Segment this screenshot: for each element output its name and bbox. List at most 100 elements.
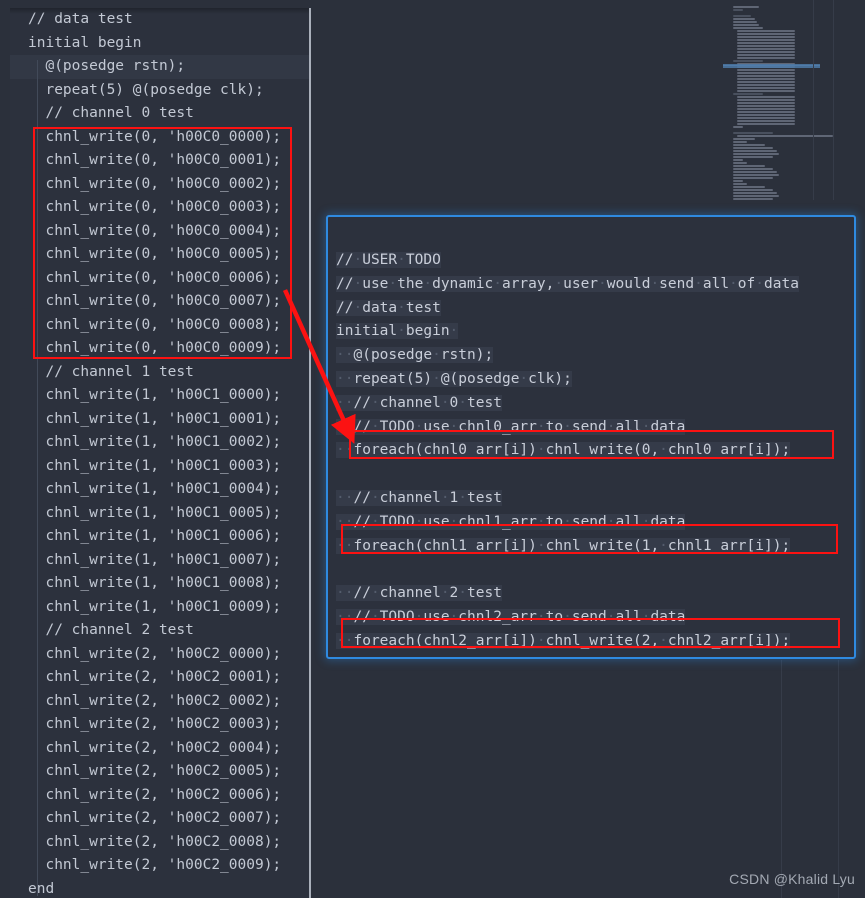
code-line[interactable]: ··foreach(chnl0_arr[i])·chnl_write(0,·ch… — [336, 439, 854, 463]
code-line[interactable]: initial begin — [10, 32, 309, 56]
code-line[interactable]: chnl_write(0, 'h00C0_0006); — [10, 267, 309, 291]
code-line[interactable]: ··//·channel·2·test — [336, 582, 854, 606]
minimap-line — [733, 18, 755, 20]
minimap-line — [737, 99, 795, 101]
minimap-line — [737, 75, 795, 77]
code-line[interactable]: chnl_write(0, 'h00C0_0008); — [10, 314, 309, 338]
code-line[interactable]: chnl_write(2, 'h00C2_0004); — [10, 737, 309, 761]
code-line[interactable]: ··repeat(5)·@(posedge·clk); — [336, 368, 854, 392]
minimap-line — [733, 159, 743, 161]
minimap-line — [737, 57, 795, 59]
code-line[interactable]: chnl_write(2, 'h00C2_0003); — [10, 713, 309, 737]
code-line[interactable]: ··foreach(chnl2_arr[i])·chnl_write(2,·ch… — [336, 630, 854, 654]
code-line[interactable]: chnl_write(0, 'h00C0_0004); — [10, 220, 309, 244]
minimap-line — [737, 45, 795, 47]
minimap-line — [733, 171, 777, 173]
code-line[interactable]: repeat(5) @(posedge clk); — [10, 79, 309, 103]
minimap-line — [733, 24, 759, 26]
code-line[interactable]: ··@(posedge·rstn); — [336, 344, 854, 368]
code-line[interactable]: chnl_write(2, 'h00C2_0008); — [10, 831, 309, 855]
code-line[interactable]: chnl_write(0, 'h00C0_0000); — [10, 126, 309, 150]
code-line[interactable]: //·use·the·dynamic·array,·user·would·sen… — [336, 273, 854, 297]
minimap-line — [733, 144, 765, 146]
minimap-line — [733, 168, 773, 170]
minimap-line — [737, 72, 795, 74]
minimap-line — [733, 195, 779, 197]
minimap-line — [733, 189, 773, 191]
minimap-line — [737, 51, 795, 53]
code-line[interactable]: chnl_write(2, 'h00C2_0007); — [10, 807, 309, 831]
minimap-line — [737, 111, 795, 113]
code-line[interactable]: ··//·channel·1·test — [336, 487, 854, 511]
code-line[interactable]: chnl_write(1, 'h00C1_0000); — [10, 384, 309, 408]
code-line[interactable]: chnl_write(1, 'h00C1_0007); — [10, 549, 309, 573]
code-line-text: ··repeat(5)·@(posedge·clk); — [336, 370, 572, 387]
code-line[interactable]: chnl_write(1, 'h00C1_0008); — [10, 572, 309, 596]
code-line[interactable]: chnl_write(2, 'h00C2_0000); — [10, 643, 309, 667]
code-line[interactable]: chnl_write(0, 'h00C0_0003); — [10, 196, 309, 220]
code-line[interactable]: chnl_write(1, 'h00C1_0003); — [10, 455, 309, 479]
code-line[interactable]: chnl_write(0, 'h00C0_0009); — [10, 337, 309, 361]
code-line[interactable]: chnl_write(2, 'h00C2_0002); — [10, 690, 309, 714]
code-line[interactable]: chnl_write(1, 'h00C1_0004); — [10, 478, 309, 502]
code-line[interactable]: chnl_write(0, 'h00C0_0002); — [10, 173, 309, 197]
minimap-line — [737, 114, 795, 116]
code-line[interactable]: chnl_write(2, 'h00C2_0006); — [10, 784, 309, 808]
minimap-line — [737, 84, 795, 86]
minimap-line — [733, 132, 773, 134]
code-line[interactable] — [336, 558, 854, 582]
code-line[interactable]: ··//·TODO·use·chnl2_arr·to·send·all·data — [336, 606, 854, 630]
code-line-text: ··//·channel·0·test — [336, 394, 502, 411]
background-rule-2 — [781, 660, 782, 898]
code-line[interactable]: //·data·test — [336, 297, 854, 321]
minimap-line — [733, 153, 779, 155]
code-line[interactable]: // channel 2 test — [10, 619, 309, 643]
code-line[interactable]: // channel 0 test — [10, 102, 309, 126]
code-line[interactable]: ··//·channel·0·test — [336, 392, 854, 416]
code-line[interactable]: //·USER·TODO — [336, 249, 854, 273]
code-minimap[interactable] — [700, 0, 865, 200]
minimap-line — [733, 21, 757, 23]
code-line[interactable]: chnl_write(0, 'h00C0_0007); — [10, 290, 309, 314]
code-line-text: ··@(posedge·rstn); — [336, 347, 494, 364]
code-line-text: ··foreach(chnl1_arr[i])·chnl_write(1,·ch… — [336, 537, 791, 554]
minimap-line — [737, 48, 795, 50]
minimap-line — [733, 60, 763, 62]
code-line[interactable]: chnl_write(1, 'h00C1_0006); — [10, 525, 309, 549]
code-line[interactable]: end — [10, 878, 309, 898]
minimap-line — [733, 174, 779, 176]
minimap-line — [737, 117, 795, 119]
code-line[interactable]: chnl_write(1, 'h00C1_0002); — [10, 431, 309, 455]
minimap-line — [737, 42, 795, 44]
code-line[interactable]: chnl_write(2, 'h00C2_0001); — [10, 666, 309, 690]
indent-guide — [37, 60, 38, 896]
code-line[interactable]: ··foreach(chnl1_arr[i])·chnl_write(1,·ch… — [336, 535, 854, 559]
code-line[interactable]: ··//·TODO·use·chnl1_arr·to·send·all·data — [336, 511, 854, 535]
minimap-line — [733, 198, 773, 200]
minimap-line — [737, 87, 795, 89]
code-line-text: //·use·the·dynamic·array,·user·would·sen… — [336, 275, 799, 292]
code-line[interactable]: chnl_write(2, 'h00C2_0009); — [10, 854, 309, 878]
code-line[interactable]: chnl_write(0, 'h00C0_0001); — [10, 149, 309, 173]
code-line[interactable]: chnl_write(1, 'h00C1_0001); — [10, 408, 309, 432]
code-line[interactable]: // channel 1 test — [10, 361, 309, 385]
original-code-panel[interactable]: // data test initial begin @(posedge rstn… — [10, 8, 311, 898]
minimap-line — [737, 102, 795, 104]
refactored-code-callout[interactable]: //·USER·TODO //·use·the·dynamic·array,·us… — [326, 215, 856, 659]
code-line[interactable]: @(posedge rstn); — [10, 55, 309, 79]
minimap-viewport-band[interactable] — [723, 64, 820, 68]
code-line[interactable]: chnl_write(2, 'h00C2_0005); — [10, 760, 309, 784]
code-line[interactable]: chnl_write(1, 'h00C1_0005); — [10, 502, 309, 526]
code-line[interactable]: chnl_write(1, 'h00C1_0009); — [10, 596, 309, 620]
code-line[interactable]: ··//·TODO·use·chnl0_arr·to·send·all·data — [336, 416, 854, 440]
minimap-line — [733, 165, 765, 167]
minimap-lines — [723, 0, 853, 200]
minimap-line — [733, 126, 743, 128]
code-line-text: ··//·channel·2·test — [336, 585, 502, 602]
code-line[interactable] — [336, 463, 854, 487]
code-line[interactable]: chnl_write(0, 'h00C0_0005); — [10, 243, 309, 267]
minimap-line — [733, 180, 743, 182]
minimap-line — [737, 90, 795, 92]
code-line-text: initial·begin· — [336, 323, 459, 340]
code-line[interactable]: initial·begin· — [336, 320, 854, 344]
